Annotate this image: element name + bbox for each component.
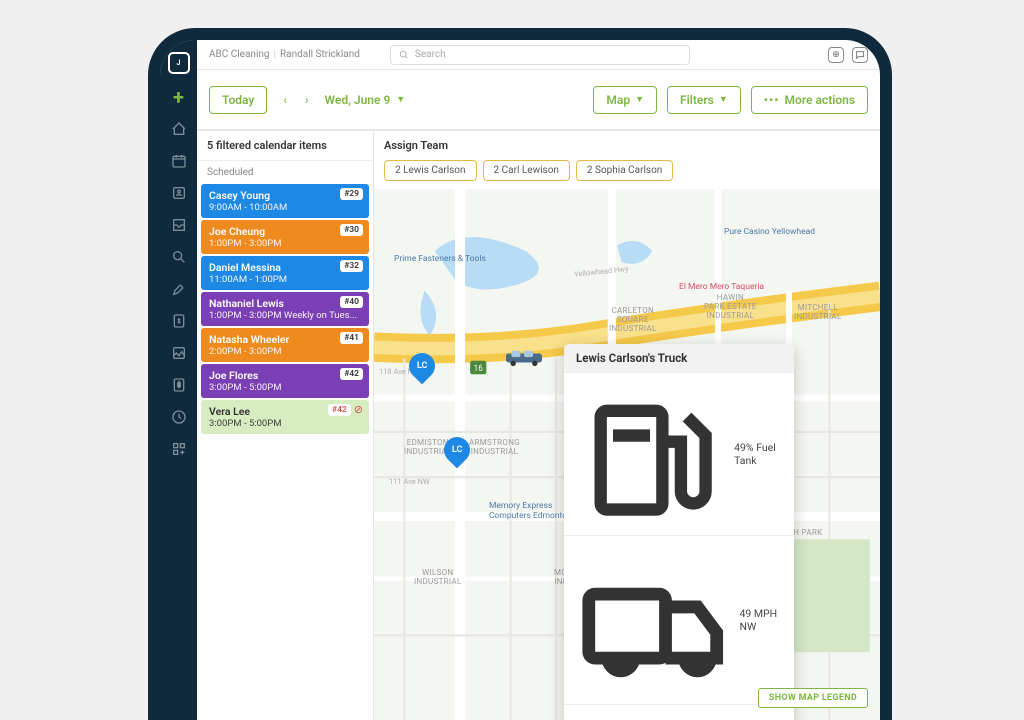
- logo: J: [168, 52, 190, 74]
- map-area: HAWIN PARK ESTATE INDUSTRIAL: [704, 294, 757, 320]
- vehicle-icon[interactable]: [504, 349, 544, 367]
- search-input[interactable]: Search: [390, 45, 690, 65]
- map-area: MITCHELL INDUSTRIAL: [794, 304, 842, 322]
- breadcrumb-company[interactable]: ABC Cleaning: [209, 49, 270, 60]
- breadcrumb-client[interactable]: Randall Strickland: [280, 49, 360, 60]
- popup-fuel: 49% Fuel Tank: [564, 372, 794, 535]
- calendar-items-header: 5 filtered calendar items: [197, 131, 373, 161]
- view-map-button[interactable]: Map▼: [593, 86, 657, 114]
- calendar-event[interactable]: Vera Lee3:00PM - 5:00PM#42⊘: [201, 400, 369, 434]
- map-area: WILSON INDUSTRIAL: [414, 569, 462, 587]
- calendar-panel: 5 filtered calendar items Scheduled Case…: [197, 131, 374, 720]
- calendar-event[interactable]: Joe Flores3:00PM - 5:00PM#42: [201, 364, 369, 398]
- filters-button[interactable]: Filters▼: [667, 86, 741, 114]
- inbox-icon[interactable]: [170, 216, 188, 234]
- chevron-down-icon: ▼: [396, 94, 405, 105]
- scheduled-label: Scheduled: [197, 161, 373, 184]
- prev-button[interactable]: ‹: [277, 89, 293, 111]
- add-icon[interactable]: +: [170, 88, 188, 106]
- map-legend-button[interactable]: SHOW MAP LEGEND: [758, 688, 868, 708]
- chevron-down-icon: ▼: [719, 94, 728, 105]
- calendar-event[interactable]: Casey Young9:00AM - 10:00AM#29: [201, 184, 369, 218]
- sidebar: J + $: [160, 40, 197, 720]
- map-poi: Prime Fasteners & Tools: [394, 254, 486, 264]
- calendar-event[interactable]: Natasha Wheeler2:00PM - 3:00PM#41: [201, 328, 369, 362]
- map-area: CARLETON SQUARE INDUSTRIAL: [609, 307, 657, 333]
- globe-icon[interactable]: ⊕: [828, 47, 844, 63]
- apps-icon[interactable]: [170, 440, 188, 458]
- assign-team-header: Assign Team: [374, 131, 880, 160]
- invoice-icon[interactable]: [170, 312, 188, 330]
- more-actions-button[interactable]: •••More actions: [751, 86, 868, 114]
- next-button[interactable]: ›: [299, 89, 315, 111]
- toolbar: Today ‹ › Wed, June 9▼ Map▼ Filters▼ •••…: [197, 70, 880, 130]
- vehicle-popup: Lewis Carlson's Truck 49% Fuel Tank 49 M…: [564, 344, 794, 720]
- home-icon[interactable]: [170, 120, 188, 138]
- svg-text:16: 16: [474, 364, 483, 375]
- team-chip[interactable]: 2 Sophia Carlson: [576, 160, 673, 181]
- clock-icon[interactable]: [170, 408, 188, 426]
- chat-icon[interactable]: [852, 47, 868, 63]
- map-poi: Pure Casino Yellowhead: [724, 227, 815, 237]
- calendar-event[interactable]: Nathaniel Lewis1:00PM - 3:00PM Weekly on…: [201, 292, 369, 326]
- map[interactable]: 16 Prime Fasteners & Tools Pure Casino Y…: [374, 189, 880, 720]
- chevron-down-icon: ▼: [635, 94, 644, 105]
- image-icon[interactable]: [170, 344, 188, 362]
- search-icon[interactable]: [170, 248, 188, 266]
- topbar: ABC Cleaning | Randall Strickland Search…: [197, 40, 880, 70]
- svg-text:$: $: [177, 381, 181, 389]
- map-poi: Memory Express Computers Edmonton: [489, 501, 572, 521]
- billing-icon[interactable]: $: [170, 376, 188, 394]
- map-poi: El Mero Mero Taqueria: [679, 282, 764, 292]
- breadcrumb: ABC Cleaning | Randall Strickland: [209, 49, 360, 60]
- tool-icon[interactable]: [170, 280, 188, 298]
- today-button[interactable]: Today: [209, 86, 267, 114]
- calendar-icon[interactable]: [170, 152, 188, 170]
- team-chips: 2 Lewis Carlson 2 Carl Lewison 2 Sophia Ca…: [374, 160, 880, 189]
- map-pin[interactable]: LC: [409, 353, 435, 385]
- popup-speed: 49 MPH NW: [564, 535, 794, 703]
- team-chip[interactable]: 2 Carl Lewison: [483, 160, 570, 181]
- date-picker[interactable]: Wed, June 9▼: [325, 93, 406, 107]
- map-area: ARMSTRONG INDUSTRIAL: [469, 439, 520, 457]
- map-pin[interactable]: LC: [444, 437, 470, 469]
- map-road: 111 Ave NW: [389, 477, 430, 486]
- calendar-event[interactable]: Daniel Messina11:00AM - 1:00PM#32: [201, 256, 369, 290]
- client-icon[interactable]: [170, 184, 188, 202]
- team-chip[interactable]: 2 Lewis Carlson: [384, 160, 477, 181]
- calendar-event[interactable]: Joe Cheung1:00PM - 3:00PM#30: [201, 220, 369, 254]
- popup-title: Lewis Carlson's Truck: [564, 344, 794, 372]
